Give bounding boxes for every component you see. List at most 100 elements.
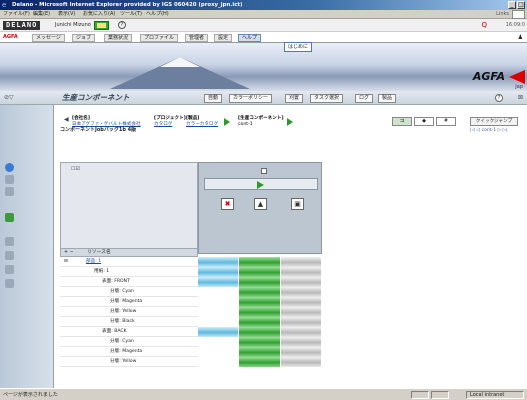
menu-favorites[interactable]: お気に入り(A) bbox=[83, 11, 115, 18]
minimize-button[interactable]: _ bbox=[508, 1, 516, 9]
status-cell-blue[interactable] bbox=[198, 257, 240, 267]
table-row[interactable]: 分版: Yellow bbox=[60, 357, 322, 367]
task-select-button[interactable]: タスク選択 bbox=[310, 94, 344, 103]
status-cell-gray[interactable] bbox=[280, 287, 322, 297]
table-row[interactable]: 用紙: 1 bbox=[60, 267, 322, 277]
view-diamond-button[interactable]: ◆ bbox=[414, 117, 434, 126]
status-cell-gray[interactable] bbox=[280, 347, 322, 357]
table-row[interactable]: 分版: Yellow bbox=[60, 307, 322, 317]
status-cell-blue[interactable] bbox=[198, 277, 240, 287]
status-cell-green[interactable] bbox=[239, 277, 281, 287]
run-bar[interactable] bbox=[204, 178, 318, 190]
status-cell-green[interactable] bbox=[239, 347, 281, 357]
breadcrumb-product-link[interactable]: カラーカタログ bbox=[186, 122, 218, 128]
status-cell-gray[interactable] bbox=[280, 257, 322, 267]
breadcrumb-project-link[interactable]: カタログ bbox=[154, 122, 186, 128]
tab-admin[interactable]: 管理者 bbox=[185, 34, 209, 42]
col-resource-name[interactable]: リソース名 bbox=[87, 249, 111, 256]
tab-help[interactable]: ヘルプ bbox=[238, 34, 262, 42]
status-cell-green[interactable] bbox=[239, 267, 281, 277]
status-cell-empty[interactable] bbox=[198, 357, 240, 367]
module-help-icon[interactable]: ? bbox=[495, 94, 503, 102]
status-cell-gray[interactable] bbox=[280, 297, 322, 307]
status-cell-empty[interactable] bbox=[198, 297, 240, 307]
table-row[interactable]: 分版: Magenta bbox=[60, 297, 322, 307]
row-label[interactable]: 部品: 1 bbox=[86, 258, 101, 265]
breadcrumb-product[interactable]: [製品] カラーカタログ bbox=[186, 116, 218, 127]
breadcrumb-company[interactable]: [会社名] 日本アグファ・ゲバルト株式会社 bbox=[72, 116, 141, 127]
tab-messages[interactable]: メッセージ bbox=[32, 34, 65, 42]
table-row[interactable]: 部品: 1 ⊟ bbox=[60, 257, 322, 267]
help-dropdown-item[interactable]: はじめに bbox=[284, 42, 312, 52]
log-button[interactable]: ログ bbox=[355, 94, 374, 103]
tab-jobs[interactable]: ジョブ bbox=[72, 34, 96, 42]
table-row[interactable]: 分版: Magenta bbox=[60, 347, 322, 357]
table-row[interactable]: 表面: FRONT bbox=[60, 277, 322, 287]
status-cell-gray[interactable] bbox=[280, 307, 322, 317]
maximize-button[interactable]: □ bbox=[517, 1, 525, 9]
color-policy-button[interactable]: カラーポリシー bbox=[229, 94, 273, 103]
status-cell-empty[interactable] bbox=[198, 317, 240, 327]
status-cell-blue[interactable] bbox=[198, 267, 240, 277]
status-cell-blue[interactable] bbox=[198, 327, 240, 337]
mail-icon[interactable] bbox=[94, 21, 109, 30]
status-cell-empty[interactable] bbox=[198, 337, 240, 347]
back-arrow-icon[interactable]: ◀ bbox=[64, 116, 69, 123]
user-icon[interactable]: ♟ bbox=[518, 34, 523, 41]
breadcrumb-component[interactable]: [生産コンポーネント] cont-1 bbox=[238, 116, 284, 127]
status-cell-gray[interactable] bbox=[280, 277, 322, 287]
search-icon[interactable]: Q bbox=[481, 21, 487, 29]
link-icon[interactable] bbox=[5, 187, 14, 196]
printer-icon[interactable]: ▣ bbox=[291, 198, 304, 210]
close-panel-icon[interactable]: ⊠ bbox=[518, 94, 523, 102]
eye-icon[interactable] bbox=[5, 163, 14, 172]
collapse-icon[interactable]: ⊟ bbox=[64, 258, 68, 265]
process-icon[interactable]: ▲ bbox=[254, 198, 267, 210]
delete-icon[interactable]: ✖ bbox=[221, 198, 234, 210]
status-cell-gray[interactable] bbox=[280, 327, 322, 337]
view-grid-button[interactable]: # bbox=[436, 117, 456, 126]
status-cell-green[interactable] bbox=[239, 257, 281, 267]
menu-help[interactable]: ヘルプ(H) bbox=[146, 11, 169, 18]
settings-icon[interactable] bbox=[5, 265, 14, 274]
status-cell-gray[interactable] bbox=[280, 317, 322, 327]
view-arrow-button[interactable]: ⇉ bbox=[392, 117, 412, 126]
select-all-checkbox[interactable] bbox=[261, 168, 267, 174]
menu-edit[interactable]: 編集(E) bbox=[33, 11, 50, 18]
expand-collapse-icon[interactable]: + − bbox=[64, 249, 74, 256]
status-cell-green[interactable] bbox=[239, 297, 281, 307]
grid-icon[interactable] bbox=[5, 251, 14, 260]
table-row[interactable]: 分版: Cyan bbox=[60, 337, 322, 347]
auto-button[interactable]: 自動 bbox=[204, 94, 223, 103]
panel-toggle-icon[interactable]: ⊘▽ bbox=[4, 94, 14, 102]
tab-settings[interactable]: 設定 bbox=[214, 34, 233, 42]
menu-view[interactable]: 表示(V) bbox=[58, 11, 75, 18]
table-row[interactable]: 分版: Black bbox=[60, 317, 322, 327]
status-cell-green[interactable] bbox=[239, 317, 281, 327]
table-row[interactable]: 表面: BACK bbox=[60, 327, 322, 337]
folder-icon[interactable] bbox=[5, 213, 14, 222]
table-row[interactable]: 分版: Cyan bbox=[60, 287, 322, 297]
status-cell-empty[interactable] bbox=[198, 287, 240, 297]
list-icon[interactable] bbox=[5, 237, 14, 246]
tab-profile[interactable]: プロファイル bbox=[140, 34, 179, 42]
links-label[interactable]: Links bbox=[496, 11, 509, 18]
status-cell-green[interactable] bbox=[239, 357, 281, 367]
tab-status[interactable]: 業務状況 bbox=[104, 34, 133, 42]
status-cell-gray[interactable] bbox=[280, 357, 322, 367]
play-icon[interactable] bbox=[257, 181, 264, 189]
status-cell-gray[interactable] bbox=[280, 267, 322, 277]
quick-jump-button[interactable]: クイックジャンプ bbox=[470, 117, 518, 126]
status-cell-empty[interactable] bbox=[198, 347, 240, 357]
menu-tools[interactable]: ツール(T) bbox=[120, 11, 142, 18]
status-cell-gray[interactable] bbox=[280, 337, 322, 347]
imposition-button[interactable]: 刈置 bbox=[285, 94, 304, 103]
status-cell-green[interactable] bbox=[239, 327, 281, 337]
header-checkboxes[interactable]: ☐☑ bbox=[71, 166, 80, 172]
product-button[interactable]: 製品 bbox=[378, 94, 397, 103]
status-cell-green[interactable] bbox=[239, 287, 281, 297]
status-cell-empty[interactable] bbox=[198, 307, 240, 317]
menu-file[interactable]: ファイル(F) bbox=[3, 11, 30, 18]
doc-icon[interactable] bbox=[5, 175, 14, 184]
status-cell-green[interactable] bbox=[239, 307, 281, 317]
